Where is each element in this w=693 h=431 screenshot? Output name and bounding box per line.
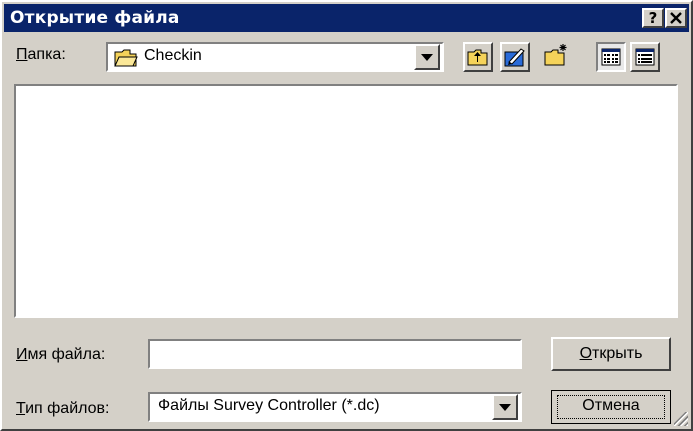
help-button[interactable]: ? <box>642 8 664 28</box>
filename-input[interactable] <box>148 339 522 369</box>
window-title: Открытие файла <box>10 8 180 28</box>
folder-icon <box>114 49 138 67</box>
close-button[interactable] <box>665 8 687 28</box>
filename-label: Имя файла: <box>16 346 106 363</box>
filetype-combo[interactable]: Файлы Survey Controller (*.dc) <box>148 392 522 422</box>
file-list[interactable] <box>14 84 678 318</box>
focus-rect <box>557 395 665 419</box>
folder-label: Папка: <box>16 46 66 63</box>
filetype-label: Тип файлов: <box>16 400 110 417</box>
list-view-button[interactable] <box>596 42 626 72</box>
desktop-button[interactable] <box>500 42 530 72</box>
resize-grip[interactable] <box>674 412 688 426</box>
cancel-button[interactable]: Отмена <box>551 390 671 424</box>
folder-combo[interactable]: Checkin <box>106 42 444 72</box>
details-view-button[interactable] <box>630 42 660 72</box>
close-icon <box>670 12 682 24</box>
filetype-dropdown-button[interactable] <box>492 394 518 420</box>
desktop-icon <box>504 48 525 67</box>
filetype-value: Файлы Survey Controller (*.dc) <box>158 397 380 414</box>
folder-value: Checkin <box>144 47 202 64</box>
details-view-icon <box>635 48 655 66</box>
new-folder-button[interactable] <box>542 40 572 70</box>
up-folder-button[interactable] <box>463 42 493 72</box>
open-button[interactable]: Открыть <box>551 337 671 371</box>
title-bar[interactable]: Открытие файла ? <box>4 4 689 32</box>
open-file-dialog: Открытие файла ? Папка: Checkin Имя файл… <box>0 0 693 431</box>
new-folder-icon <box>544 44 567 66</box>
up-folder-icon <box>467 49 488 66</box>
list-view-icon <box>601 48 621 66</box>
folder-dropdown-button[interactable] <box>414 44 440 70</box>
